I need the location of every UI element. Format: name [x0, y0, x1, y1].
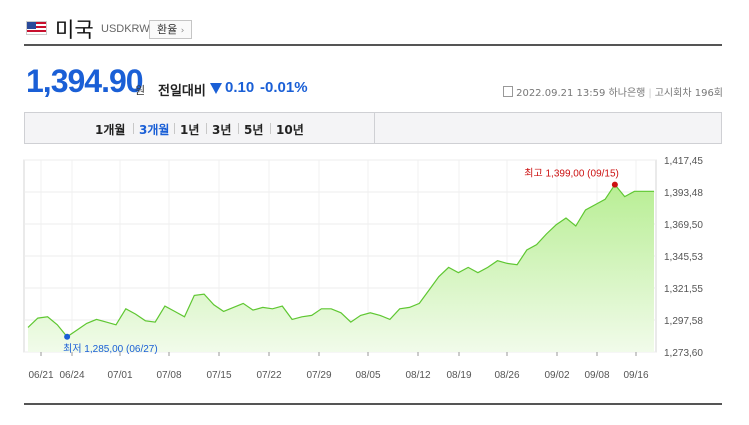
- high-label: 최고 1,399,00 (09/15): [524, 168, 619, 180]
- tab-10y[interactable]: 10년: [276, 121, 304, 138]
- tab-1y[interactable]: 1년: [180, 121, 199, 138]
- tab-3m[interactable]: 3개월: [139, 121, 169, 138]
- fx-button-label: 환율: [157, 23, 178, 36]
- x-tick-label: 09/16: [623, 370, 648, 381]
- change-value: 0.10: [225, 79, 255, 96]
- fx-calculator-button[interactable]: 환율 ›: [149, 20, 193, 39]
- x-tick-label: 07/08: [156, 370, 181, 381]
- page-header: 미국 USDKRW 환율 ›: [24, 10, 722, 46]
- y-tick-label: 1,273,60: [664, 348, 703, 359]
- timestamp: 2022.09.21 13:59: [516, 88, 606, 99]
- document-icon: [503, 86, 514, 97]
- tab-separator: [133, 123, 134, 134]
- tab-1m[interactable]: 1개월: [95, 121, 125, 138]
- x-axis-ticks: 06/21 06/24 07/01 07/08 07/15 07/22 07/29 08/05…: [28, 352, 649, 381]
- notice-count: 고시회차 196회: [654, 88, 723, 99]
- down-triangle-icon: [210, 83, 222, 94]
- country-name: 미국: [55, 18, 94, 42]
- x-tick-label: 07/29: [306, 370, 331, 381]
- x-tick-label: 07/01: [107, 370, 132, 381]
- tab-separator: [270, 123, 271, 134]
- bank-name: 하나은행: [608, 88, 646, 99]
- us-flag-icon: [26, 21, 47, 35]
- exchange-rate-chart: 1,417,45 1,393,48 1,369,50 1,345,53 1,321,55…: [23, 156, 703, 381]
- x-tick-label: 06/24: [59, 370, 84, 381]
- low-label: 최저 1,285,00 (06/27): [63, 343, 158, 355]
- compare-label: 전일대비: [158, 84, 206, 99]
- y-tick-label: 1,321,55: [664, 284, 703, 295]
- current-price: 1,394.90: [26, 63, 144, 99]
- tab-separator: [206, 123, 207, 134]
- period-tabs: 1개월 3개월 1년 3년 5년 10년: [24, 112, 722, 144]
- x-tick-label: 07/15: [206, 370, 231, 381]
- tab-3y[interactable]: 3년: [212, 121, 231, 138]
- y-tick-label: 1,369,50: [664, 220, 703, 231]
- y-tick-label: 1,345,53: [664, 252, 703, 263]
- x-tick-label: 08/26: [494, 370, 519, 381]
- x-tick-label: 08/05: [355, 370, 380, 381]
- change-percent: -0.01%: [260, 79, 308, 96]
- quote-meta: 2022.09.21 13:59 하나은행 | 고시회차 196회: [503, 84, 723, 99]
- x-tick-label: 09/08: [584, 370, 609, 381]
- y-tick-label: 1,297,58: [664, 316, 703, 327]
- chevron-right-icon: ›: [180, 26, 185, 36]
- high-marker: [611, 181, 618, 188]
- price-unit: 원: [135, 84, 146, 97]
- x-tick-label: 09/02: [544, 370, 569, 381]
- x-tick-label: 08/19: [446, 370, 471, 381]
- rate-area: [28, 184, 654, 352]
- y-tick-label: 1,393,48: [664, 188, 703, 199]
- x-tick-label: 08/12: [405, 370, 430, 381]
- tab-5y[interactable]: 5년: [244, 121, 263, 138]
- x-tick-label: 06/21: [28, 370, 53, 381]
- currency-code: USDKRW: [101, 23, 150, 35]
- footer-rule: [24, 403, 722, 405]
- y-tick-label: 1,417,45: [664, 156, 703, 167]
- low-marker: [64, 333, 71, 340]
- meta-separator: |: [648, 88, 652, 99]
- y-axis-ticks: 1,417,45 1,393,48 1,369,50 1,345,53 1,321,55…: [664, 156, 703, 359]
- tab-separator: [238, 123, 239, 134]
- x-tick-label: 07/22: [256, 370, 281, 381]
- tabs-divider: [374, 113, 375, 143]
- tab-separator: [174, 123, 175, 134]
